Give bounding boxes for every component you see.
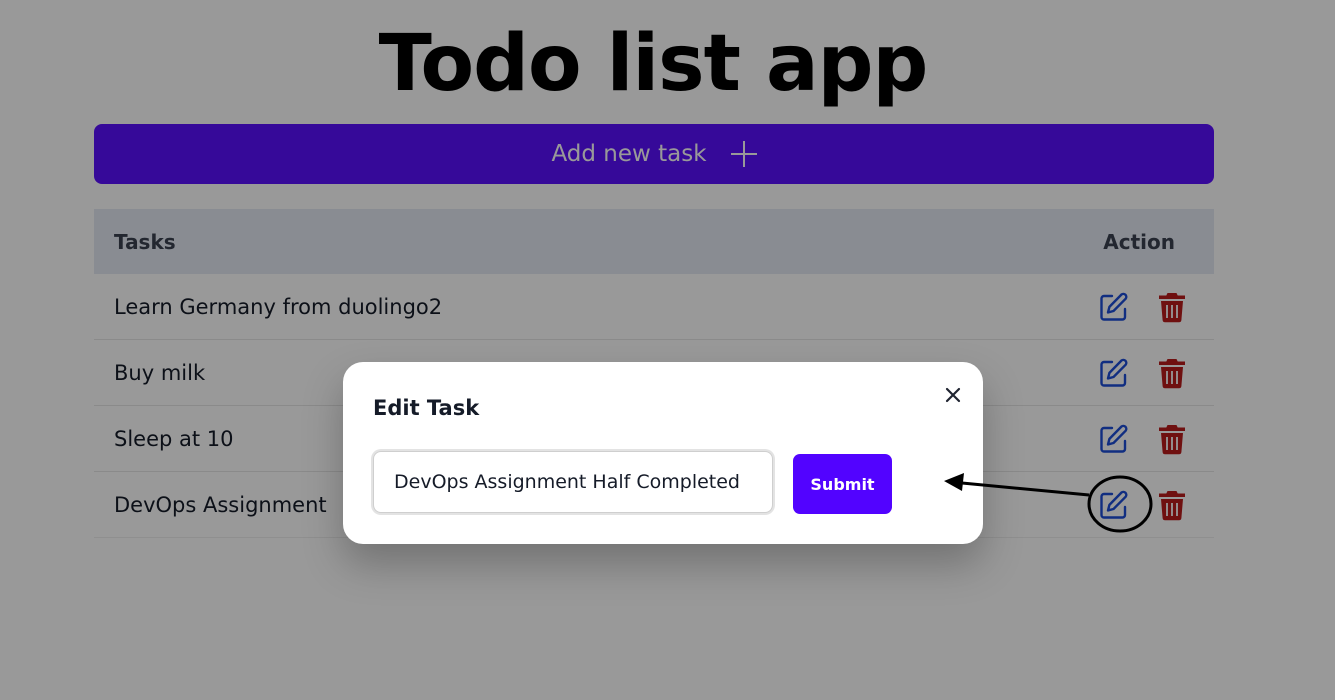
submit-button[interactable]: Submit: [793, 454, 892, 514]
todo-app-page: Todo list app Add new task Tasks Action …: [0, 0, 1335, 700]
edit-task-modal: Edit Task Submit: [343, 362, 983, 544]
close-icon: [945, 387, 961, 403]
modal-backdrop[interactable]: [0, 0, 1335, 700]
edit-task-input[interactable]: [373, 451, 773, 513]
close-button[interactable]: [941, 383, 965, 407]
modal-title: Edit Task: [373, 396, 480, 420]
